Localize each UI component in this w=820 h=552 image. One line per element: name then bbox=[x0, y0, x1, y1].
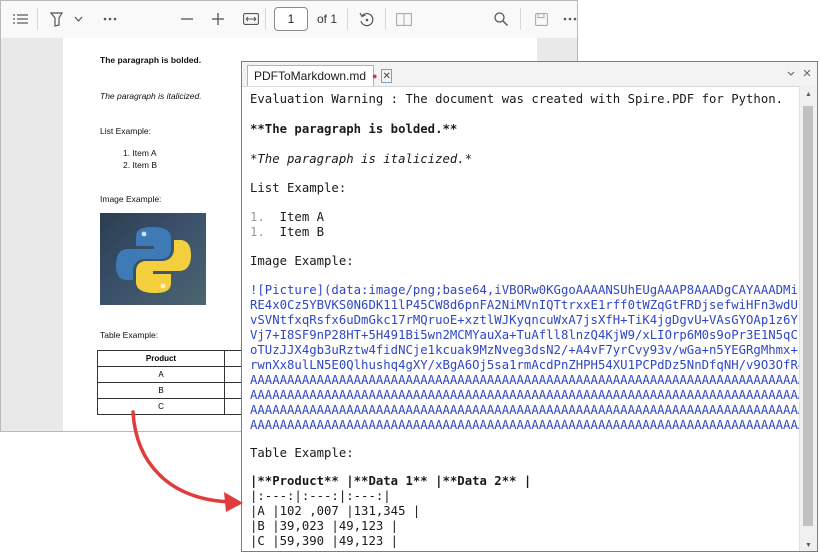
zoom-in-icon[interactable] bbox=[211, 9, 225, 29]
tab-title: PDFToMarkdown.md bbox=[254, 69, 367, 83]
pdf-italic-paragraph: The paragraph is italicized. bbox=[100, 91, 202, 101]
zoom-out-icon[interactable] bbox=[180, 9, 194, 29]
editor-line: RE4x0Cz5YBVKS0N6DK11lP45CW8d6pnFA2NiMVnI… bbox=[250, 298, 801, 312]
table-cell: B bbox=[97, 382, 225, 399]
table-cell: C bbox=[97, 398, 225, 415]
editor-line: |C |59,390 |49,123 | bbox=[250, 534, 399, 548]
editor-line: AAAAAAAAAAAAAAAAAAAAAAAAAAAAAAAAAAAAAAAA… bbox=[250, 388, 801, 402]
editor-line: **The paragraph is bolded.** bbox=[250, 122, 458, 136]
pdf-bold-paragraph: The paragraph is bolded. bbox=[100, 55, 202, 65]
editor-line: AAAAAAAAAAAAAAAAAAAAAAAAAAAAAAAAAAAAAAAA… bbox=[250, 373, 801, 387]
search-icon[interactable] bbox=[493, 9, 509, 29]
close-icon[interactable] bbox=[801, 67, 813, 79]
tab-pdftomarkdown[interactable]: PDFToMarkdown.md ● ✕ bbox=[247, 65, 392, 86]
rotate-icon[interactable] bbox=[358, 9, 374, 29]
editor-line: oTUzJJX4gb3uRztw4fidNCje1kcuak9MzNveg3ds… bbox=[250, 343, 801, 357]
pdf-list-item: 1. Item A bbox=[123, 148, 157, 158]
list-number: 1. bbox=[250, 210, 265, 224]
chevron-down-icon[interactable] bbox=[785, 67, 797, 79]
table-cell: A bbox=[97, 366, 225, 383]
vertical-scrollbar[interactable]: ▲ ▼ bbox=[799, 86, 817, 551]
pdf-table: Product A B C bbox=[97, 350, 256, 415]
editor-line: 1. Item B bbox=[250, 225, 324, 239]
fit-width-icon[interactable] bbox=[242, 9, 260, 29]
pdf-image-title: Image Example: bbox=[100, 194, 162, 204]
close-icon[interactable]: ✕ bbox=[381, 69, 392, 83]
page-number-input[interactable]: 1 bbox=[274, 7, 308, 31]
save-icon[interactable] bbox=[533, 9, 549, 29]
editor-line: |A |102 ,007 |131,345 | bbox=[250, 504, 421, 518]
more-icon[interactable] bbox=[102, 9, 118, 29]
python-logo-image bbox=[100, 213, 206, 305]
editor-line: |B |39,023 |49,123 | bbox=[250, 519, 399, 533]
editor-line: *The paragraph is italicized.* bbox=[250, 152, 473, 166]
editor-line: ![Picture](data:image/png;base64,iVBORw0… bbox=[250, 283, 801, 297]
more-icon[interactable] bbox=[562, 9, 577, 29]
toolbar-divider bbox=[385, 8, 386, 30]
markdown-editor-window: PDFToMarkdown.md ● ✕ Evaluation Warning … bbox=[241, 61, 818, 552]
list-icon[interactable] bbox=[12, 9, 28, 29]
editor-line: rwnXx8ulLN5E0Qlhushq4gXY/xBgA6Oj5sa1rmAc… bbox=[250, 358, 801, 372]
pdf-list-item: 2. Item B bbox=[123, 160, 158, 170]
editor-line: AAAAAAAAAAAAAAAAAAAAAAAAAAAAAAAAAAAAAAAA… bbox=[250, 418, 801, 432]
table-header-cell: Product bbox=[97, 350, 225, 367]
list-item-text: Item A bbox=[264, 210, 325, 224]
pdf-list-title: List Example: bbox=[100, 126, 152, 136]
tab-bar-controls bbox=[785, 67, 813, 79]
list-number: 1. bbox=[250, 225, 265, 239]
editor-line: AAAAAAAAAAAAAAAAAAAAAAAAAAAAAAAAAAAAAAAA… bbox=[250, 403, 801, 417]
chevron-down-icon[interactable] bbox=[72, 9, 84, 29]
table-row: C bbox=[97, 398, 256, 415]
list-item-text: Item B bbox=[264, 225, 325, 239]
scroll-down-icon[interactable]: ▼ bbox=[800, 537, 817, 551]
editor-line: Vj7+I8SF9nP28HT+5H491Bi5wn2MCMYauXa+TuAf… bbox=[250, 328, 801, 342]
editor-line: Table Example: bbox=[250, 446, 354, 460]
editor-line: List Example: bbox=[250, 181, 347, 195]
editor-line: Evaluation Warning : The document was cr… bbox=[250, 92, 784, 106]
pdf-toolbar: 1 of 1 bbox=[1, 1, 577, 39]
editor-tab-bar: PDFToMarkdown.md ● ✕ bbox=[242, 62, 817, 87]
editor-line: Image Example: bbox=[250, 254, 354, 268]
editor-line: vSVNtfxqRsfx6uDmGkc17rMQruoE+xztlWJKyqnc… bbox=[250, 313, 801, 327]
editor-line: |:---:|:---:|:---:| bbox=[250, 489, 391, 503]
highlight-icon[interactable] bbox=[48, 9, 64, 29]
pdf-table-title: Table Example: bbox=[100, 330, 159, 340]
toolbar-divider bbox=[265, 8, 266, 30]
scroll-up-icon[interactable]: ▲ bbox=[800, 86, 817, 102]
toolbar-divider bbox=[37, 8, 38, 30]
editor-line: |**Product** |**Data 1** |**Data 2** | bbox=[250, 474, 532, 488]
toolbar-divider bbox=[520, 8, 521, 30]
table-row: Product bbox=[97, 350, 256, 367]
editor-text-area[interactable]: Evaluation Warning : The document was cr… bbox=[242, 86, 801, 551]
page-count-label: of 1 bbox=[317, 12, 338, 26]
table-row: B bbox=[97, 382, 256, 399]
table-row: A bbox=[97, 366, 256, 383]
unsaved-dot-icon: ● bbox=[372, 71, 378, 81]
scrollbar-thumb[interactable] bbox=[803, 106, 813, 526]
two-page-icon[interactable] bbox=[396, 9, 412, 29]
toolbar-divider bbox=[347, 8, 348, 30]
editor-line: 1. Item A bbox=[250, 210, 324, 224]
